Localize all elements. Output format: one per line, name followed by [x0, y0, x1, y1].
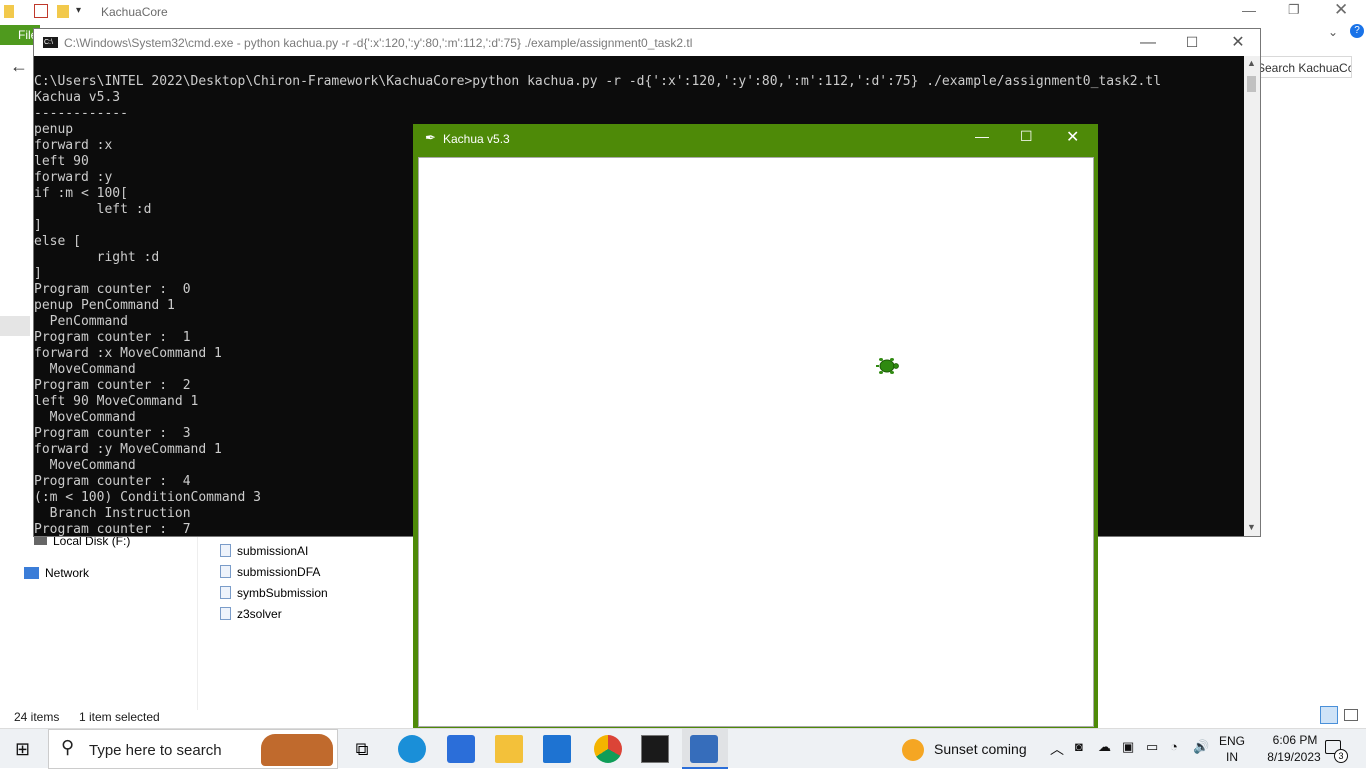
- chrome-icon[interactable]: [594, 735, 622, 763]
- file-item[interactable]: submissionDFA: [220, 565, 320, 579]
- scroll-down-icon[interactable]: ▼: [1247, 522, 1256, 532]
- onedrive-icon[interactable]: ☁: [1098, 739, 1111, 755]
- file-name: submissionDFA: [237, 565, 321, 579]
- mail-icon[interactable]: [543, 735, 571, 763]
- drive-icon: [34, 537, 47, 545]
- python-file-icon: [220, 565, 231, 578]
- clock-date[interactable]: 8/19/2023: [1256, 750, 1332, 764]
- cmd-icon: C:\: [43, 37, 58, 48]
- selection-status: 1 item selected: [79, 710, 160, 724]
- cmd-taskbar-icon[interactable]: [641, 735, 669, 763]
- properties-icon[interactable]: [34, 4, 48, 18]
- folder-icon: [4, 5, 14, 18]
- turtle-canvas[interactable]: [418, 157, 1094, 727]
- taskbar-search-box[interactable]: ⚲ Type here to search: [48, 729, 338, 769]
- console-line: Kachua v5.3: [34, 90, 121, 105]
- file-name: submissionAI: [237, 544, 309, 558]
- windows-start-icon[interactable]: ⊞: [15, 740, 30, 758]
- network-icon: [24, 567, 39, 579]
- active-app-indicator: [682, 729, 728, 769]
- file-name: z3solver: [237, 607, 282, 621]
- weather-text[interactable]: Sunset coming: [934, 741, 1027, 757]
- search-highlight-image: [261, 734, 333, 766]
- kachua-minimize-button[interactable]: —: [975, 128, 989, 144]
- cmd-minimize-button[interactable]: —: [1128, 29, 1168, 56]
- kachua-close-button[interactable]: ✕: [1066, 127, 1079, 147]
- python-file-icon: [220, 607, 231, 620]
- kachua-window[interactable]: ✒ Kachua v5.3 — ☐ ✕: [413, 124, 1098, 730]
- battery-icon[interactable]: ▭: [1146, 739, 1158, 755]
- meet-now-icon[interactable]: ◙: [1075, 739, 1083, 754]
- file-item[interactable]: symbSubmission: [220, 586, 328, 600]
- help-icon[interactable]: ?: [1350, 24, 1364, 38]
- item-count: 24 items: [14, 710, 60, 724]
- new-folder-icon[interactable]: [57, 5, 69, 18]
- details-view-icon[interactable]: [1320, 706, 1338, 724]
- nav-label-network: Network: [45, 566, 90, 580]
- file-item[interactable]: z3solver: [220, 607, 282, 621]
- kachua-title: Kachua v5.3: [443, 132, 510, 146]
- explorer-titlebar: ▾ KachuaCore — ❐ ✕: [0, 0, 1366, 24]
- cmd-maximize-button[interactable]: ☐: [1172, 29, 1212, 56]
- cmd-titlebar[interactable]: C:\ C:\Windows\System32\cmd.exe - python…: [34, 29, 1260, 56]
- quick-access-dropdown-icon[interactable]: ▾: [76, 5, 81, 16]
- selected-nav-highlight: [0, 316, 30, 336]
- edge-browser-icon[interactable]: [398, 735, 426, 763]
- volume-icon[interactable]: 🔊: [1193, 739, 1209, 755]
- security-icon[interactable]: ▣: [1122, 739, 1134, 755]
- microsoft-store-icon[interactable]: [447, 735, 475, 763]
- explorer-restore-button[interactable]: ❐: [1288, 2, 1300, 18]
- search-icon: ⚲: [61, 737, 75, 757]
- turtle-icon: [876, 358, 899, 374]
- kachua-titlebar[interactable]: ✒ Kachua v5.3 — ☐ ✕: [413, 124, 1098, 154]
- scroll-up-icon[interactable]: ▲: [1247, 58, 1256, 68]
- back-arrow-icon[interactable]: ←: [10, 56, 28, 77]
- python-file-icon: [220, 586, 231, 599]
- console-line: C:\Users\INTEL 2022\Desktop\Chiron-Frame…: [34, 74, 1162, 89]
- notification-count-badge: 3: [1334, 749, 1348, 763]
- feather-icon: ✒: [425, 130, 436, 145]
- console-line: ------------: [34, 106, 128, 121]
- file-item[interactable]: submissionAI: [220, 544, 308, 558]
- python-file-icon: [220, 544, 231, 557]
- explorer-close-button[interactable]: ✕: [1334, 0, 1348, 20]
- taskbar: ⊞ ⚲ Type here to search ⧉ Sunset coming …: [0, 728, 1366, 769]
- taskbar-search-input[interactable]: Type here to search: [89, 742, 222, 759]
- file-name: symbSubmission: [237, 586, 328, 600]
- explorer-search-input[interactable]: Search KachuaCore: [1246, 56, 1352, 78]
- clock-time[interactable]: 6:06 PM: [1260, 733, 1330, 747]
- cmd-close-button[interactable]: ✕: [1218, 29, 1258, 56]
- input-language[interactable]: ENG: [1219, 734, 1245, 748]
- cmd-scrollbar[interactable]: ▲ ▼: [1244, 56, 1260, 536]
- ribbon-expand-icon[interactable]: ⌄: [1328, 25, 1338, 39]
- explorer-title: KachuaCore: [101, 5, 168, 19]
- explorer-minimize-button[interactable]: —: [1242, 2, 1256, 18]
- file-explorer-taskbar-icon[interactable]: [495, 735, 523, 763]
- task-view-icon[interactable]: ⧉: [348, 735, 376, 763]
- scroll-thumb[interactable]: [1247, 76, 1256, 92]
- kachua-maximize-button[interactable]: ☐: [1020, 128, 1033, 145]
- large-icons-view-icon[interactable]: [1344, 709, 1358, 721]
- tray-expand-icon[interactable]: ︿: [1050, 739, 1064, 759]
- wifi-icon[interactable]: ◔: [1170, 739, 1178, 754]
- nav-item-network[interactable]: Network: [24, 566, 89, 580]
- weather-sun-icon[interactable]: [902, 739, 924, 761]
- input-region[interactable]: IN: [1226, 750, 1238, 764]
- cmd-title: C:\Windows\System32\cmd.exe - python kac…: [64, 36, 693, 50]
